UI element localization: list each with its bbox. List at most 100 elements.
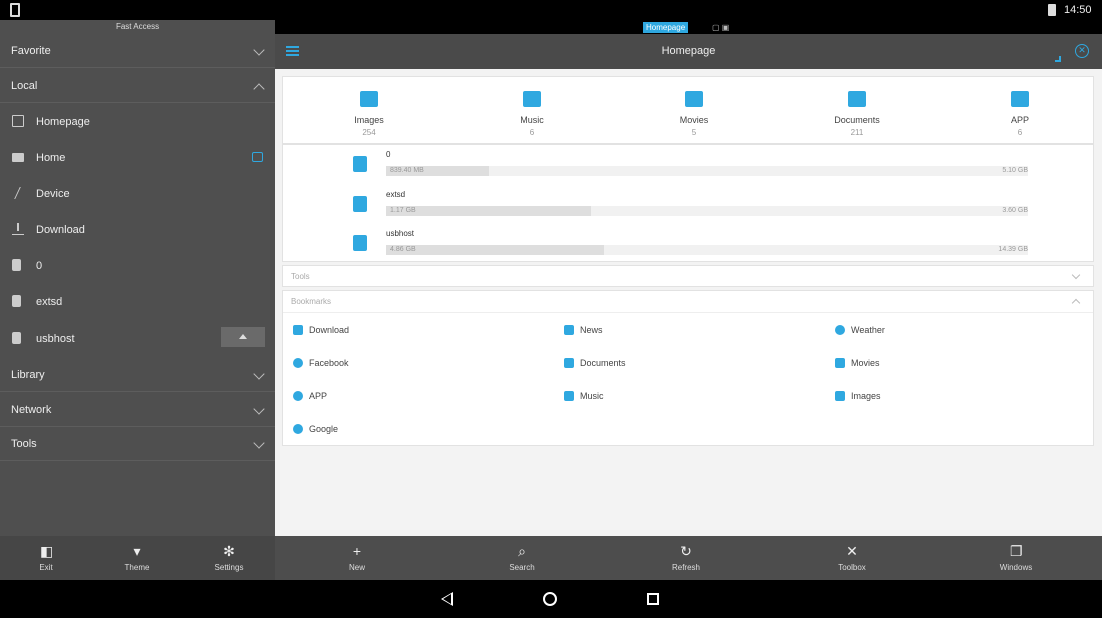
toolbar-label: Exit xyxy=(39,563,53,572)
category-name: Images xyxy=(354,115,384,125)
storage-item-extsd[interactable]: extsd 1.17 GB 3.60 GB xyxy=(353,187,1033,225)
resize-icon[interactable] xyxy=(1055,56,1061,62)
tools-section-header[interactable]: Tools xyxy=(282,265,1094,287)
bookmarks-section-header[interactable]: Bookmarks xyxy=(283,291,1093,313)
toolbox-button[interactable]: ✕ Toolbox xyxy=(812,536,892,580)
sidebar-item-download[interactable]: Download xyxy=(0,212,275,248)
storage-usage-bar: 839.40 MB 5.10 GB xyxy=(386,166,1028,176)
back-icon[interactable] xyxy=(441,592,453,606)
android-icon xyxy=(1011,91,1029,107)
sd-card-icon xyxy=(353,156,367,172)
category-images[interactable]: Images 254 xyxy=(329,91,409,137)
storage-usage-fill xyxy=(386,245,605,255)
new-button[interactable]: + New xyxy=(317,536,397,580)
toolbar-label: Windows xyxy=(999,563,1033,572)
folder-icon xyxy=(12,153,24,162)
bookmark-label: Google xyxy=(309,424,339,434)
sidebar-item-homepage[interactable]: Homepage xyxy=(0,104,275,140)
chevron-down-icon xyxy=(253,437,265,449)
window-tab-bar: Homepage ▢ ▣ xyxy=(275,20,1102,34)
set-home-icon[interactable] xyxy=(252,152,263,162)
search-button[interactable]: ⌕ Search xyxy=(482,536,562,580)
sd-card-icon xyxy=(353,235,367,251)
toolbar-label: Search xyxy=(509,563,535,572)
tools-section-title: Tools xyxy=(291,272,310,281)
section-favorite[interactable]: Favorite xyxy=(0,34,275,68)
storage-total: 14.39 GB xyxy=(998,246,1028,253)
globe-icon xyxy=(293,424,303,434)
home-icon[interactable] xyxy=(543,592,557,606)
storage-item-usbhost[interactable]: usbhost 4.86 GB 14.39 GB xyxy=(353,226,1033,264)
fast-access-drawer: Fast Access Favorite Local Homepage Home… xyxy=(0,20,275,536)
category-name: Documents xyxy=(834,115,880,125)
bookmark-label: Weather xyxy=(851,325,885,335)
sd-card-icon xyxy=(12,332,21,344)
windows-button[interactable]: ❐ Windows xyxy=(976,536,1056,580)
toolbar-label: Toolbox xyxy=(838,563,866,572)
category-documents[interactable]: Documents 211 xyxy=(817,91,897,137)
chevron-up-icon xyxy=(253,83,265,95)
close-icon[interactable]: ✕ xyxy=(1075,44,1089,58)
recent-apps-icon[interactable] xyxy=(647,593,659,605)
sidebar-item-0[interactable]: 0 xyxy=(0,248,275,284)
clock: 14:50 xyxy=(1064,4,1092,16)
gear-icon: ✻ xyxy=(223,543,235,559)
music-icon xyxy=(564,391,574,401)
refresh-button[interactable]: ↻ Refresh xyxy=(646,536,726,580)
category-count: 211 xyxy=(850,128,864,137)
app-bar: Homepage ✕ xyxy=(275,34,1102,69)
chevron-down-icon xyxy=(253,44,265,56)
status-bar: 14:50 xyxy=(0,0,1102,20)
sd-card-icon xyxy=(12,259,21,271)
movie-icon xyxy=(835,358,845,368)
sidebar-item-usbhost[interactable]: usbhost xyxy=(0,321,275,357)
section-library[interactable]: Library xyxy=(0,358,275,392)
section-label: Network xyxy=(11,404,52,416)
android-icon xyxy=(293,391,303,401)
toolbar-label: New xyxy=(348,563,365,572)
bookmark-label: Documents xyxy=(580,358,626,368)
tab-homepage[interactable]: Homepage xyxy=(643,22,689,33)
settings-button[interactable]: ✻ Settings xyxy=(189,536,269,580)
root-slash-icon xyxy=(9,187,21,199)
storage-item-0[interactable]: 0 839.40 MB 5.10 GB xyxy=(353,147,1033,185)
theme-button[interactable]: ▾ Theme xyxy=(97,536,177,580)
documents-icon xyxy=(564,358,574,368)
homepage-content: Images 254 Music 6 Movies 5 Documents 21… xyxy=(275,69,1102,536)
category-movies[interactable]: Movies 5 xyxy=(654,91,734,137)
category-name: APP xyxy=(1010,115,1029,125)
sidebar-item-home[interactable]: Home xyxy=(0,140,275,176)
sidebar-item-extsd[interactable]: extsd xyxy=(0,284,275,320)
music-icon xyxy=(523,91,541,107)
bookmark-label: Images xyxy=(851,391,881,401)
battery-icon xyxy=(1048,4,1056,16)
storage-usage-fill xyxy=(386,206,592,216)
section-network[interactable]: Network xyxy=(0,393,275,427)
eject-button[interactable] xyxy=(221,327,265,347)
weather-icon xyxy=(835,325,845,335)
storage-total: 3.60 GB xyxy=(1002,207,1028,214)
storage-total: 5.10 GB xyxy=(1002,167,1028,174)
chevron-down-icon xyxy=(253,368,265,380)
chevron-down-icon xyxy=(1071,270,1081,280)
sidebar-item-device[interactable]: Device xyxy=(0,176,275,212)
section-local[interactable]: Local xyxy=(0,69,275,103)
section-tools[interactable]: Tools xyxy=(0,427,275,461)
homepage-icon xyxy=(12,115,24,127)
toolbar-label: Settings xyxy=(214,563,244,572)
category-app[interactable]: APP 6 xyxy=(980,91,1060,137)
sidebar-item-label: Homepage xyxy=(36,116,90,128)
chevron-up-icon xyxy=(1071,298,1081,308)
storage-name: 0 xyxy=(386,150,391,159)
news-icon xyxy=(564,325,574,335)
category-music[interactable]: Music 6 xyxy=(492,91,572,137)
search-icon: ⌕ xyxy=(518,543,526,559)
sidebar-item-label: 0 xyxy=(36,260,43,272)
bookmark-label: Facebook xyxy=(309,358,349,368)
exit-button[interactable]: ◧ Exit xyxy=(6,536,86,580)
storage-usage-bar: 4.86 GB 14.39 GB xyxy=(386,245,1028,255)
storage-used: 4.86 GB xyxy=(390,246,416,253)
storage-usage-bar: 1.17 GB 3.60 GB xyxy=(386,206,1028,216)
category-name: Music xyxy=(520,115,544,125)
sd-card-icon xyxy=(353,196,367,212)
